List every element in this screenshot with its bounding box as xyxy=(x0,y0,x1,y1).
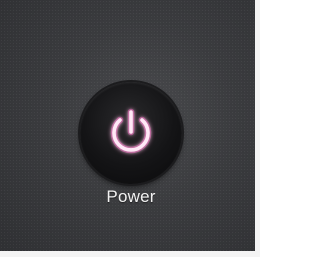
power-button[interactable] xyxy=(80,82,182,184)
power-icon xyxy=(104,104,158,160)
photo-edge-bottom xyxy=(0,251,260,257)
power-label: Power xyxy=(106,187,156,206)
photo-edge-right xyxy=(255,0,260,257)
device-panel: Power xyxy=(0,0,260,257)
